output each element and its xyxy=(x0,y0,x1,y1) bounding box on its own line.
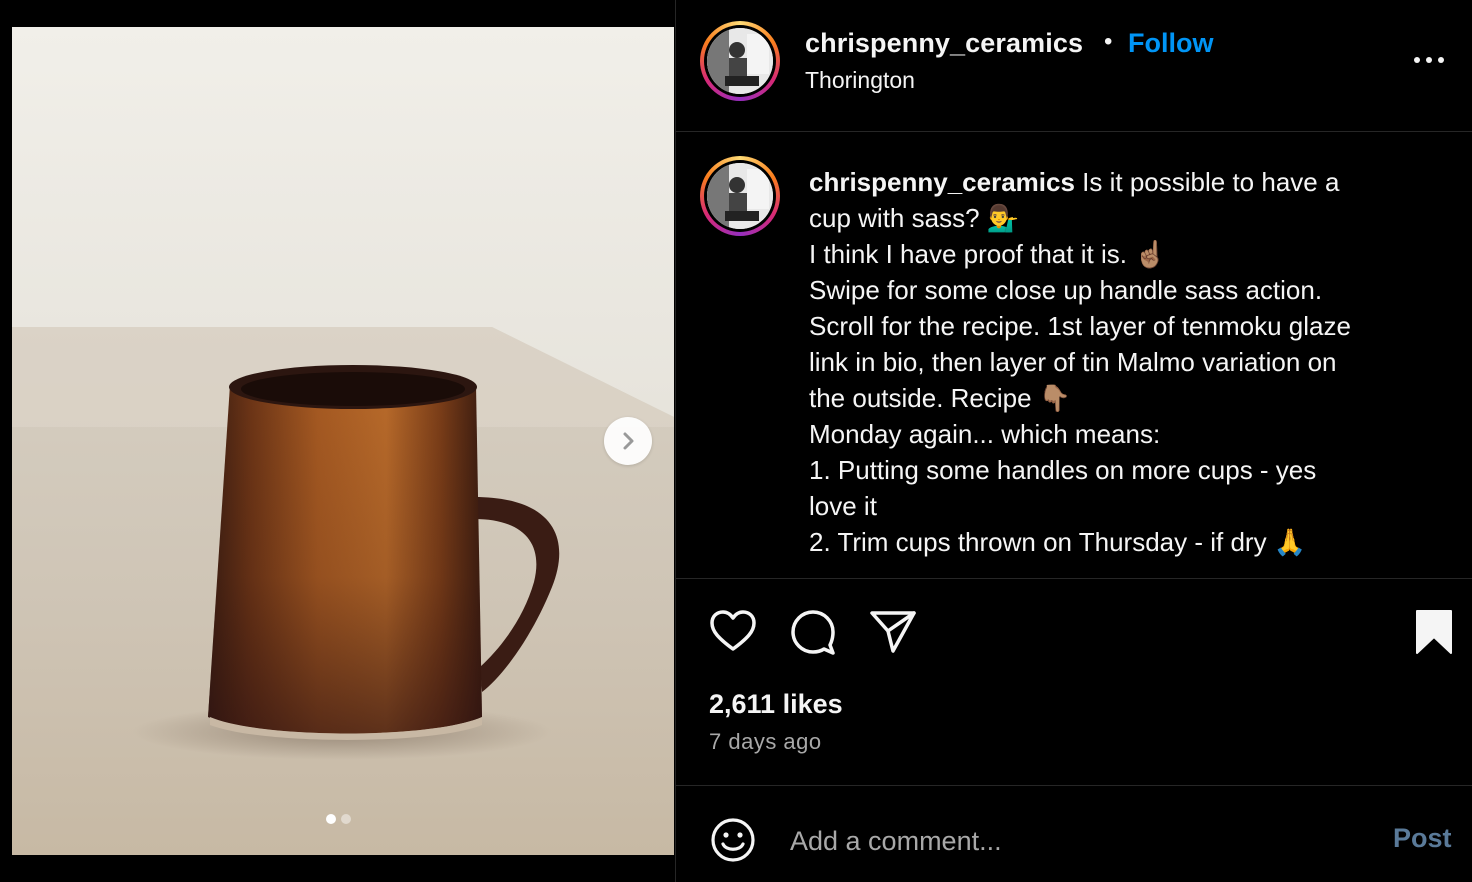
post-side-panel: chrispenny_ceramics • Follow Thorington xyxy=(675,0,1472,882)
caption-line: link in bio, then layer of tin Malmo var… xyxy=(809,347,1337,377)
caption-line: I think I have proof that it is. ☝🏽 xyxy=(809,239,1167,269)
follow-button[interactable]: Follow xyxy=(1128,28,1213,59)
header-username[interactable]: chrispenny_ceramics xyxy=(805,28,1083,59)
caption-line: Monday again... which means: xyxy=(809,419,1161,449)
comment-bubble-icon[interactable] xyxy=(788,607,838,657)
location-link[interactable]: Thorington xyxy=(805,67,915,94)
smiley-icon[interactable] xyxy=(709,816,757,864)
heart-icon[interactable] xyxy=(708,607,758,657)
caption-line: Scroll for the recipe. 1st layer of tenm… xyxy=(809,311,1351,341)
post-dialog: chrispenny_ceramics • Follow Thorington xyxy=(0,0,1472,882)
caption-line: cup with sass? 💁‍♂️ xyxy=(809,203,1020,233)
comment-input[interactable] xyxy=(788,818,1352,864)
caption-avatar-ring[interactable] xyxy=(700,156,780,236)
caption-text: chrispenny_ceramics Is it possible to ha… xyxy=(809,164,1429,560)
post-photo xyxy=(12,27,674,855)
chevron-right-icon xyxy=(623,432,634,450)
caption-line: the outside. Recipe 👇🏽 xyxy=(809,383,1072,413)
caption-line: Is it possible to have a xyxy=(1074,167,1340,197)
separator-dot: • xyxy=(1104,28,1113,55)
bookmark-icon[interactable] xyxy=(1409,607,1459,657)
post-header: chrispenny_ceramics • Follow Thorington xyxy=(676,0,1472,132)
post-media xyxy=(12,27,674,855)
carousel-dot-active xyxy=(326,814,336,824)
carousel-dot xyxy=(341,814,351,824)
post-timestamp[interactable]: 7 days ago xyxy=(709,729,822,755)
paper-plane-icon[interactable] xyxy=(868,607,918,657)
caption-scroll-area[interactable]: chrispenny_ceramics Is it possible to ha… xyxy=(676,132,1472,578)
comment-bar: Post xyxy=(676,786,1472,882)
caption-username[interactable]: chrispenny_ceramics xyxy=(809,167,1075,197)
avatar xyxy=(707,163,773,229)
carousel-next-button[interactable] xyxy=(604,417,652,465)
caption-line: Swipe for some close up handle sass acti… xyxy=(809,275,1323,305)
ellipsis-icon[interactable] xyxy=(1409,48,1449,72)
story-ring[interactable] xyxy=(700,21,780,101)
carousel-indicator xyxy=(326,814,351,824)
caption-line: 2. Trim cups thrown on Thursday - if dry… xyxy=(809,527,1307,557)
post-actions: 2,611 likes 7 days ago xyxy=(676,578,1472,786)
caption-line: love it xyxy=(809,491,877,521)
post-comment-button[interactable]: Post xyxy=(1393,823,1452,854)
likes-count[interactable]: 2,611 likes xyxy=(709,689,843,720)
caption-line: 1. Putting some handles on more cups - y… xyxy=(809,455,1317,485)
avatar xyxy=(707,28,773,94)
